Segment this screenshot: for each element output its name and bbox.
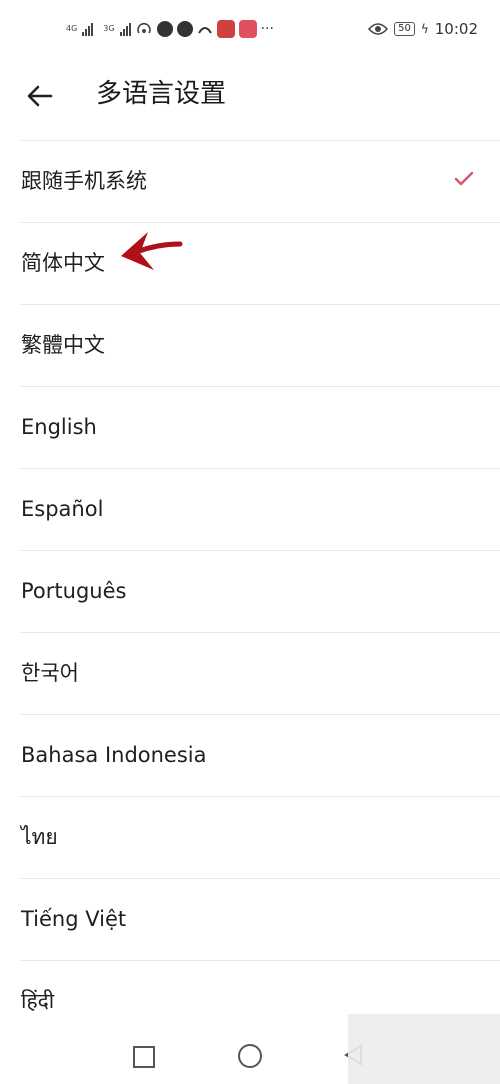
checkmark-icon — [454, 171, 474, 186]
charging-icon: ϟ — [420, 22, 429, 36]
language-option[interactable]: Bahasa Indonesia — [20, 714, 500, 796]
app-notification-icon-3 — [238, 20, 257, 38]
battery-icon: 50 — [394, 22, 415, 36]
status-time: 10:02 — [434, 20, 478, 38]
chat-icon — [156, 21, 173, 37]
hotspot-icon — [136, 22, 151, 34]
annotation-arrow-icon — [121, 232, 183, 270]
eye-icon — [368, 23, 389, 35]
language-list: 跟随手机系统 简体中文 繁體中文 English Español Portugu… — [0, 140, 500, 1042]
language-option[interactable]: Tiếng Việt — [20, 878, 500, 960]
shield-icon — [176, 21, 193, 37]
recent-apps-button[interactable] — [133, 1046, 155, 1068]
language-label: Português — [21, 579, 127, 603]
signal-icon-2 — [119, 22, 131, 36]
language-label: ไทย — [21, 825, 58, 849]
language-label: 繁體中文 — [21, 333, 105, 357]
language-option[interactable]: English — [20, 386, 500, 468]
network-type-1: 4G — [66, 24, 78, 33]
language-option[interactable]: ไทย — [20, 796, 500, 878]
more-notifications-icon: ··· — [260, 21, 274, 37]
signal-icon — [82, 22, 94, 36]
language-option[interactable]: Português — [20, 550, 500, 632]
language-label: Bahasa Indonesia — [21, 743, 207, 767]
home-button[interactable] — [238, 1044, 262, 1068]
status-icons-left: 4G 3G ··· — [66, 20, 274, 38]
language-option[interactable]: Español — [20, 468, 500, 550]
page-title: 多语言设置 — [96, 79, 227, 109]
status-bar: 4G 3G ··· 50 ϟ 10:02 — [0, 0, 500, 62]
language-label: Español — [21, 497, 104, 521]
language-label: 한국어 — [21, 661, 79, 685]
back-arrow-icon — [27, 85, 53, 107]
watermark — [348, 1014, 500, 1084]
language-option[interactable]: 한국어 — [20, 632, 500, 714]
language-label: Tiếng Việt — [21, 907, 127, 931]
app-bar: 多语言设置 — [0, 62, 500, 140]
network-type-2: 3G — [103, 24, 115, 33]
language-label: 简体中文 — [21, 251, 105, 275]
app-notification-icon-2 — [216, 20, 235, 38]
language-option[interactable]: 简体中文 — [20, 222, 500, 304]
language-label: English — [21, 415, 97, 439]
language-option[interactable]: 跟随手机系统 — [20, 140, 500, 222]
app-notification-icon — [197, 27, 212, 34]
back-button[interactable] — [20, 76, 60, 116]
language-label: 跟随手机系统 — [21, 169, 147, 193]
language-option[interactable]: 繁體中文 — [20, 304, 500, 386]
status-icons-right: 50 ϟ 10:02 — [368, 20, 478, 38]
